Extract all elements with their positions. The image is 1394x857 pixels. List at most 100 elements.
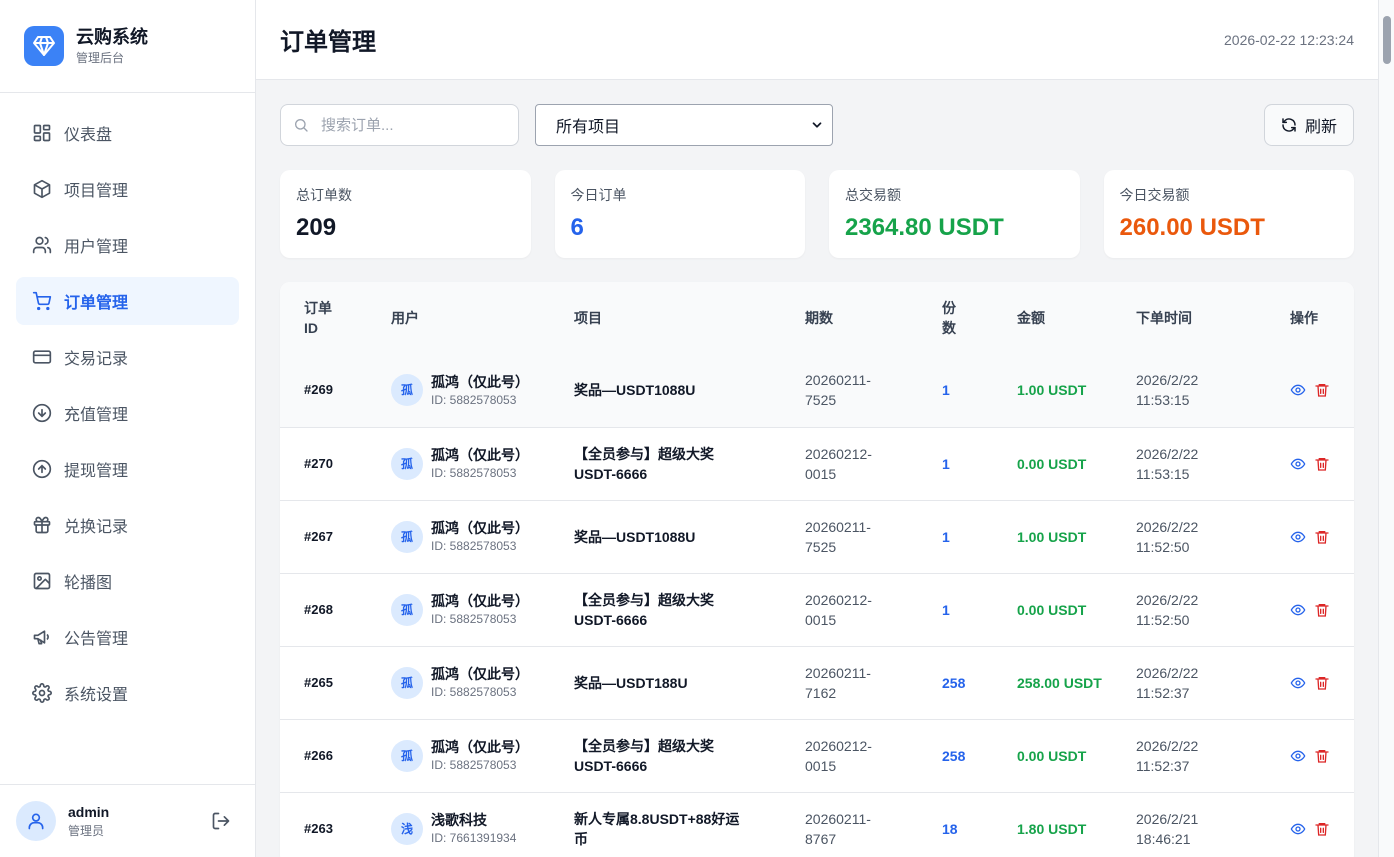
sidebar-item-dashboard[interactable]: 仪表盘 <box>16 109 239 157</box>
delete-order-button[interactable] <box>1314 382 1330 398</box>
order-period: 20260211-7525 <box>805 372 871 409</box>
order-amount: 0.00 USDT <box>1017 455 1087 472</box>
refresh-button[interactable]: 刷新 <box>1264 104 1354 146</box>
col-header-time: 下单时间 <box>1136 310 1192 326</box>
order-user-name: 浅歌科技 <box>431 812 487 829</box>
order-user-name: 孤鸿（仅此号） <box>431 520 529 536</box>
view-order-button[interactable] <box>1290 748 1306 764</box>
col-header-id: 订单ID <box>304 300 332 336</box>
order-period: 20260212-0015 <box>805 591 872 628</box>
sidebar-item-projects[interactable]: 项目管理 <box>16 165 239 213</box>
eye-icon <box>1290 821 1306 837</box>
page-scrollbar[interactable] <box>1378 0 1394 857</box>
order-user-cell: 孤孤鸿（仅此号） ID: 5882578053 <box>367 646 550 719</box>
stat-value: 6 <box>570 214 584 241</box>
view-order-button[interactable] <box>1290 529 1306 545</box>
sidebar-nav: 仪表盘 项目管理 用户管理 订单管理 交易记录 充值管理 提现管理 兑换记录 轮… <box>0 93 255 717</box>
order-period: 20260211-8767 <box>805 810 871 847</box>
arrow-up-circle-icon <box>32 459 52 479</box>
order-user-name: 孤鸿（仅此号） <box>431 739 529 755</box>
view-order-button[interactable] <box>1290 456 1306 472</box>
order-period: 20260211-7525 <box>805 518 871 555</box>
sidebar-item-label: 订单管理 <box>64 295 129 312</box>
stat-label: 今日交易额 <box>1119 187 1190 203</box>
order-actions <box>1266 427 1354 500</box>
scrollbar-thumb[interactable] <box>1383 16 1391 64</box>
sidebar-item-recharge[interactable]: 充值管理 <box>16 389 239 437</box>
sidebar-item-label: 兑换记录 <box>64 519 129 536</box>
table-row: #265 孤孤鸿（仅此号） ID: 5882578053 奖品—USDT188U 202… <box>280 646 1354 719</box>
megaphone-icon <box>33 630 49 645</box>
stat-label: 总交易额 <box>845 187 901 203</box>
order-user-name: 孤鸿（仅此号） <box>431 666 529 682</box>
page-title: 订单管理 <box>280 29 376 56</box>
table-row: #266 孤孤鸿（仅此号） ID: 5882578053 【全员参与】超级大奖USDT… <box>280 719 1354 792</box>
brand: 云购系统 管理后台 <box>0 0 255 93</box>
sidebar-item-banner[interactable]: 轮播图 <box>16 557 239 605</box>
order-actions <box>1266 573 1354 646</box>
delete-order-button[interactable] <box>1314 748 1330 764</box>
view-order-button[interactable] <box>1290 821 1306 837</box>
eye-icon <box>1290 602 1306 618</box>
order-user-name: 孤鸿（仅此号） <box>431 593 529 609</box>
col-header-period: 期数 <box>805 310 833 326</box>
order-amount: 1.00 USDT <box>1017 382 1087 399</box>
avatar: 孤 <box>391 374 423 407</box>
card-icon <box>32 350 52 364</box>
col-header-project: 项目 <box>574 310 602 326</box>
avatar: 孤 <box>391 447 423 480</box>
order-period: 20260212-0015 <box>805 737 872 774</box>
view-order-button[interactable] <box>1290 602 1306 618</box>
order-time: 2026/2/22 11:53:15 <box>1136 372 1199 409</box>
col-header-amount: 金额 <box>1017 310 1045 326</box>
order-user-cell: 孤孤鸿（仅此号） ID: 5882578053 <box>367 354 550 427</box>
sidebar-item-orders[interactable]: 订单管理 <box>16 277 239 325</box>
order-amount: 258.00 USDT <box>1017 674 1102 691</box>
sidebar-item-settings[interactable]: 系统设置 <box>16 669 239 717</box>
sidebar-item-transactions[interactable]: 交易记录 <box>16 333 239 381</box>
sidebar-item-announcements[interactable]: 公告管理 <box>16 613 239 661</box>
delete-order-button[interactable] <box>1314 529 1330 545</box>
order-qty: 18 <box>942 820 958 837</box>
search-input[interactable] <box>321 116 501 134</box>
trash-icon <box>1314 748 1330 764</box>
order-actions <box>1266 500 1354 573</box>
header-datetime: 2026-02-22 12:23:24 <box>1224 31 1354 48</box>
order-id: #268 <box>304 601 333 617</box>
view-order-button[interactable] <box>1290 675 1306 691</box>
project-filter-select[interactable]: 所有项目 <box>535 104 833 146</box>
sidebar-item-users[interactable]: 用户管理 <box>16 221 239 269</box>
trash-icon <box>1314 675 1330 691</box>
order-qty: 258 <box>942 674 966 691</box>
order-user-cell: 孤孤鸿（仅此号） ID: 5882578053 <box>367 500 550 573</box>
order-project: 【全员参与】超级大奖USDT-6666 <box>574 737 714 774</box>
stat-total-amount: 总交易额 2364.80 USDT <box>829 170 1080 258</box>
order-user-id: ID: 5882578053 <box>431 685 517 699</box>
delete-order-button[interactable] <box>1314 456 1330 472</box>
trash-icon <box>1314 529 1330 545</box>
order-user-cell: 浅浅歌科技 ID: 7661391934 <box>367 792 550 857</box>
sidebar-item-exchange[interactable]: 兑换记录 <box>16 501 239 549</box>
table-row: #270 孤孤鸿（仅此号） ID: 5882578053 【全员参与】超级大奖USDT… <box>280 427 1354 500</box>
order-qty: 1 <box>942 601 950 618</box>
delete-order-button[interactable] <box>1314 821 1330 837</box>
eye-icon <box>1290 456 1306 472</box>
avatar: 孤 <box>391 739 423 772</box>
view-order-button[interactable] <box>1290 382 1306 398</box>
search-box[interactable] <box>280 104 519 146</box>
stat-today-amount: 今日交易额 260.00 USDT <box>1103 170 1354 258</box>
avatar: 孤 <box>391 593 423 626</box>
logout-button[interactable] <box>209 809 233 833</box>
sidebar-item-withdraw[interactable]: 提现管理 <box>16 445 239 493</box>
order-user-id: ID: 5882578053 <box>431 612 517 626</box>
sidebar-item-label: 用户管理 <box>64 239 129 256</box>
eye-icon <box>1290 529 1306 545</box>
order-actions <box>1266 719 1354 792</box>
refresh-icon <box>1282 118 1296 132</box>
delete-order-button[interactable] <box>1314 675 1330 691</box>
col-header-user: 用户 <box>391 310 419 326</box>
delete-order-button[interactable] <box>1314 602 1330 618</box>
sidebar-item-label: 交易记录 <box>64 351 129 368</box>
order-project: 奖品—USDT1088U <box>574 382 696 399</box>
gift-icon <box>33 516 51 534</box>
